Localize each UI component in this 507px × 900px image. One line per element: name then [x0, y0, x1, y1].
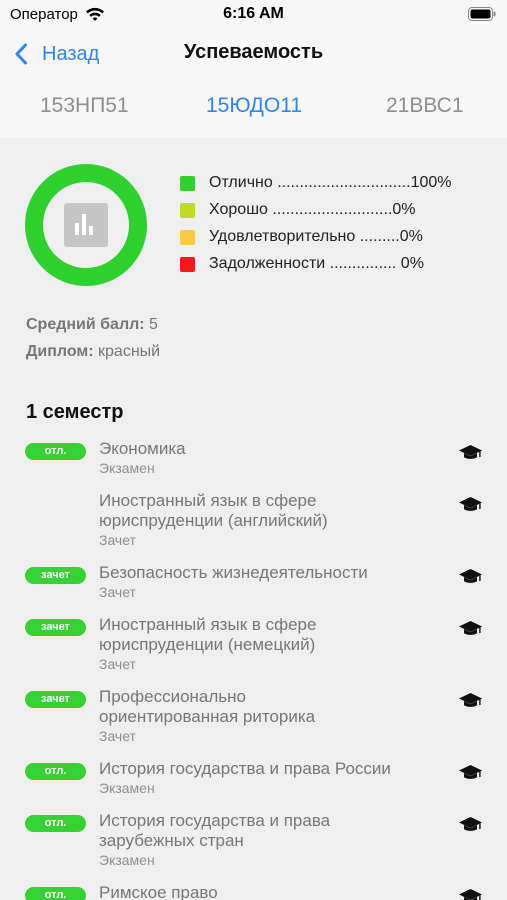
graduation-cap-icon[interactable] — [458, 443, 483, 461]
subject-name: Иностранный язык в сфере юриспруденции (а… — [99, 491, 429, 531]
chevron-left-icon — [15, 43, 27, 65]
grade-badge: отл. — [25, 763, 86, 780]
subject-name-line: юриспруденции (немецкий) — [99, 635, 316, 654]
diploma: Диплом: красный — [26, 343, 160, 370]
subject-name: Иностранный язык в сфере юриспруденции (н… — [99, 615, 429, 655]
back-label: Назад — [42, 42, 100, 65]
subject-type: Экзамен — [99, 780, 155, 796]
bar-chart-icon — [64, 203, 108, 247]
subject-name: Профессионально ориентированная риторика — [99, 687, 429, 727]
grade-badge: отл. — [25, 887, 86, 900]
back-button[interactable]: Назад — [14, 38, 99, 70]
chart-legend: Отлично ..............................10… — [180, 171, 480, 279]
legend-label: Удовлетворительно .........0% — [209, 228, 423, 245]
subject-name-line: История государства и права России — [99, 759, 391, 778]
tab-15yudo11[interactable]: 15ЮДО11 — [206, 94, 302, 118]
navigation-bar: Назад Успеваемость — [0, 30, 507, 78]
grade-badge: зачет — [25, 691, 86, 708]
grades-donut-chart — [25, 164, 147, 286]
grade-summary: Средний балл: 5 Диплом: красный — [26, 316, 160, 370]
graduation-cap-icon[interactable] — [458, 567, 483, 585]
subject-name-line: Римское право — [99, 883, 218, 900]
graduation-cap-icon[interactable] — [458, 619, 483, 637]
legend-item-satisfactory: Удовлетворительно .........0% — [180, 225, 480, 252]
diploma-value: красный — [93, 343, 161, 360]
legend-label: Задолженности ............... 0% — [209, 255, 424, 272]
graduation-cap-icon[interactable] — [458, 763, 483, 781]
subject-name-line: История государства и права — [99, 811, 331, 830]
subject-name: Экономика — [99, 439, 429, 459]
legend-swatch — [180, 257, 195, 272]
subject-name: История государства и права зарубежных ст… — [99, 811, 429, 851]
subject-type: Зачет — [99, 656, 136, 672]
grade-badge: зачет — [25, 619, 86, 636]
subject-name-line: Иностранный язык в сфере — [99, 491, 317, 510]
legend-label: Отлично ..............................10… — [209, 174, 452, 191]
subject-name-line: Профессионально — [99, 687, 246, 706]
group-tabs: 153НП51 15ЮДО11 21ВВС1 — [0, 78, 507, 138]
subject-type: Зачет — [99, 532, 136, 548]
tab-21vvs1[interactable]: 21ВВС1 — [386, 94, 464, 118]
subject-type: Экзамен — [99, 460, 155, 476]
average-grade-label: Средний балл: — [26, 316, 145, 333]
subject-name-line: Экономика — [99, 439, 186, 458]
legend-item-excellent: Отлично ..............................10… — [180, 171, 480, 198]
subject-name-line: юриспруденции (английский) — [99, 511, 328, 530]
subject-name-line: Иностранный язык в сфере — [99, 615, 317, 634]
status-time: 6:16 AM — [223, 5, 284, 22]
average-grade-value: 5 — [144, 316, 158, 333]
subject-name-line: Безопасность жизнедеятельности — [99, 563, 368, 582]
battery-icon — [468, 7, 496, 21]
graduation-cap-icon[interactable] — [458, 495, 483, 513]
semester-title: 1 семестр — [26, 401, 124, 423]
graduation-cap-icon[interactable] — [458, 815, 483, 833]
subject-name-line: ориентированная риторика — [99, 707, 316, 726]
grade-badge: отл. — [25, 443, 86, 460]
subject-name: Римское право — [99, 883, 429, 900]
grade-badge: отл. — [25, 815, 86, 832]
average-grade: Средний балл: 5 — [26, 316, 160, 343]
diploma-label: Диплом: — [26, 343, 94, 360]
legend-label: Хорошо ...........................0% — [209, 201, 416, 218]
grade-badge: зачет — [25, 567, 86, 584]
subject-name: История государства и права России — [99, 759, 429, 779]
legend-item-debts: Задолженности ............... 0% — [180, 252, 480, 279]
graduation-cap-icon[interactable] — [458, 691, 483, 709]
subject-type: Экзамен — [99, 852, 155, 868]
subject-type: Зачет — [99, 584, 136, 600]
tab-153np51[interactable]: 153НП51 — [40, 94, 129, 118]
subject-type: Зачет — [99, 728, 136, 744]
status-bar: Оператор 6:16 AM — [0, 0, 507, 30]
legend-swatch — [180, 203, 195, 218]
legend-swatch — [180, 230, 195, 245]
graduation-cap-icon[interactable] — [458, 887, 483, 900]
subject-name: Безопасность жизнедеятельности — [99, 563, 429, 583]
subject-name-line: зарубежных стран — [99, 831, 244, 850]
legend-swatch — [180, 176, 195, 191]
legend-item-good: Хорошо ...........................0% — [180, 198, 480, 225]
